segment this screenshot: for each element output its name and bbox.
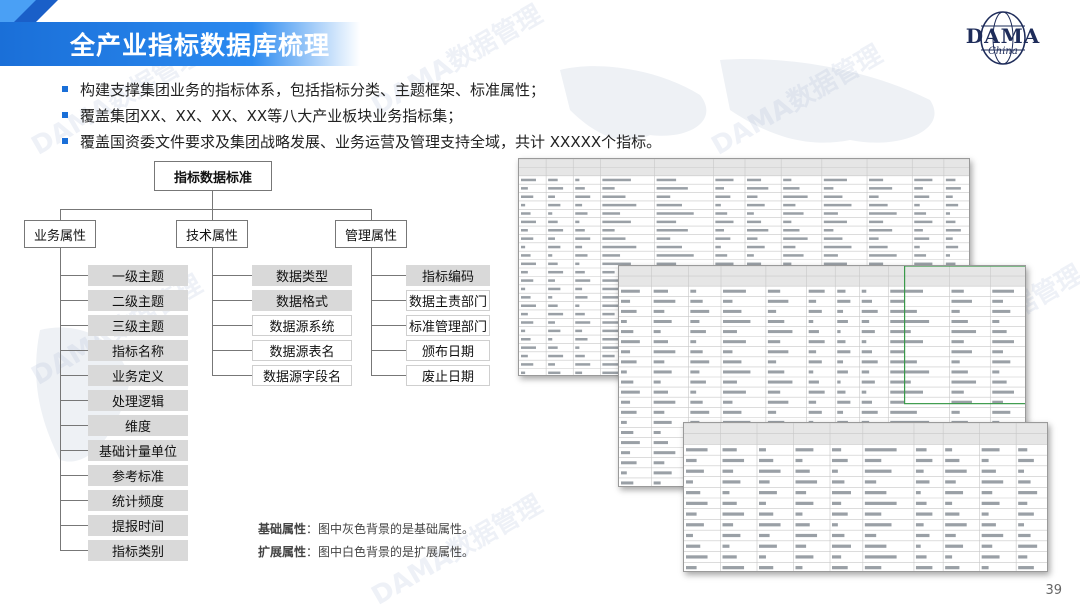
attribute-item: 数据格式 xyxy=(252,290,352,311)
connector-line xyxy=(212,325,252,326)
attribute-item: 数据源表名 xyxy=(252,340,352,361)
attribute-item: 数据类型 xyxy=(252,265,352,286)
note-extended-text: ：图中白色背景的是扩展属性。 xyxy=(306,545,475,559)
connector-line xyxy=(60,375,88,376)
tree-root-box: 指标数据标准 xyxy=(154,161,272,191)
attribute-item: 二级主题 xyxy=(88,290,188,311)
connector-line xyxy=(60,425,88,426)
attribute-item: 提报时间 xyxy=(88,515,188,536)
attribute-item: 统计频度 xyxy=(88,490,188,511)
attribute-item: 维度 xyxy=(88,415,188,436)
attribute-item: 业务定义 xyxy=(88,365,188,386)
branch-technical-attributes: 技术属性 xyxy=(176,220,248,248)
note-basic-label: 基础属性 xyxy=(258,522,307,536)
bullet-list: 构建支撑集团业务的指标体系，包括指标分类、主题框架、标准属性； 覆盖集团XX、X… xyxy=(62,76,661,154)
attribute-item: 废止日期 xyxy=(406,365,490,386)
connector-line xyxy=(212,191,213,209)
bullet-item: 构建支撑集团业务的指标体系，包括指标分类、主题框架、标准属性； xyxy=(62,76,661,102)
attribute-item: 指标类别 xyxy=(88,540,188,561)
attribute-item: 参考标准 xyxy=(88,465,188,486)
attribute-item: 数据源系统 xyxy=(252,315,352,336)
connector-line xyxy=(60,325,88,326)
connector-line xyxy=(60,209,61,220)
connector-line xyxy=(371,300,406,301)
connector-line xyxy=(212,248,213,376)
connector-line xyxy=(60,350,88,351)
bullet-text: 覆盖集团XX、XX、XX、XX等八大产业板块业务指标集； xyxy=(80,106,463,125)
bullet-item: 覆盖国资委文件要求及集团战略发展、业务运营及管理支持全域，共计 XXXXX个指标… xyxy=(62,128,661,154)
connector-line xyxy=(212,300,252,301)
connector-line xyxy=(212,275,252,276)
attribute-item: 一级主题 xyxy=(88,265,188,286)
connector-line xyxy=(371,325,406,326)
attribute-item: 处理逻辑 xyxy=(88,390,188,411)
connector-line xyxy=(60,400,88,401)
note-basic-attribute: 基础属性：图中灰色背景的是基础属性。 xyxy=(258,520,474,537)
watermark: DAMA数据管理 xyxy=(706,39,888,162)
attribute-item: 三级主题 xyxy=(88,315,188,336)
connector-line xyxy=(371,209,372,220)
connector-line xyxy=(371,375,406,376)
connector-line xyxy=(212,350,252,351)
connector-line xyxy=(371,248,372,376)
connector-line xyxy=(60,450,88,451)
attribute-item: 颁布日期 xyxy=(406,340,490,361)
connector-line xyxy=(60,275,88,276)
attribute-item: 指标编码 xyxy=(406,265,490,286)
note-extended-attribute: 扩展属性：图中白色背景的是扩展属性。 xyxy=(258,543,474,560)
spreadsheet-thumbnail-3 xyxy=(683,422,1048,572)
page-title: 全产业指标数据库梳理 xyxy=(70,31,331,60)
page-number: 39 xyxy=(1045,583,1062,598)
connector-line xyxy=(212,375,252,376)
attribute-item: 指标名称 xyxy=(88,340,188,361)
attribute-item: 数据主责部门 xyxy=(406,290,490,311)
bullet-item: 覆盖集团XX、XX、XX、XX等八大产业板块业务指标集； xyxy=(62,102,661,128)
connector-line xyxy=(371,350,406,351)
note-basic-text: ：图中灰色背景的是基础属性。 xyxy=(306,522,475,536)
connector-line xyxy=(371,275,406,276)
spreadsheet-grid-3 xyxy=(684,423,1047,571)
logo-text: DAMA xyxy=(965,24,1041,48)
bullet-text: 覆盖国资委文件要求及集团战略发展、业务运营及管理支持全域，共计 XXXXX个指标… xyxy=(80,132,662,151)
connector-line xyxy=(60,525,88,526)
bullet-square-icon xyxy=(62,138,68,144)
branch-business-attributes: 业务属性 xyxy=(24,220,96,248)
bullet-text: 构建支撑集团业务的指标体系，包括指标分类、主题框架、标准属性； xyxy=(80,80,546,99)
bullet-square-icon xyxy=(62,86,68,92)
connector-line xyxy=(212,209,213,220)
attribute-item: 数据源字段名 xyxy=(252,365,352,386)
connector-line xyxy=(60,300,88,301)
bullet-square-icon xyxy=(62,112,68,118)
attribute-item: 基础计量单位 xyxy=(88,440,188,461)
attribute-item: 标准管理部门 xyxy=(406,315,490,336)
branch-management-attributes: 管理属性 xyxy=(335,220,407,248)
connector-line xyxy=(60,475,88,476)
connector-line xyxy=(60,500,88,501)
connector-line xyxy=(60,550,88,551)
connector-line xyxy=(60,209,371,210)
note-extended-label: 扩展属性 xyxy=(258,545,307,559)
logo-subtext: China xyxy=(988,46,1018,57)
